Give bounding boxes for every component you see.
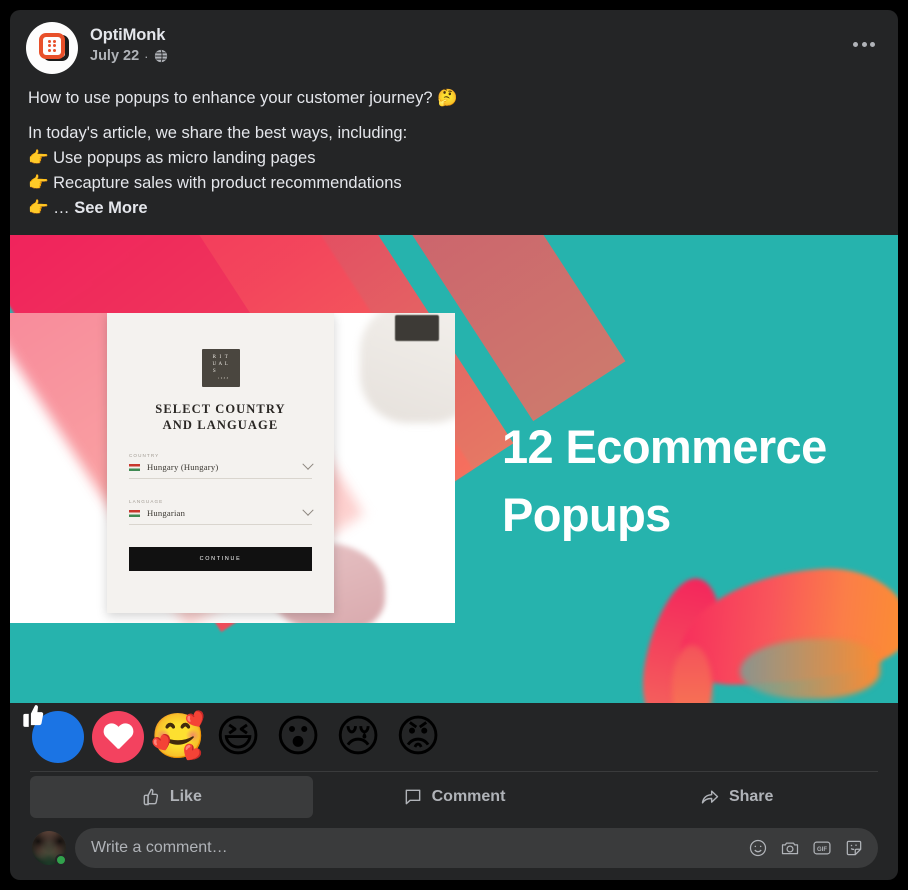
optimonk-logo[interactable] <box>26 22 78 74</box>
popup-title-line-1: SELECT COUNTRY <box>155 402 286 416</box>
banner-headline: 12 Ecommerce Popups <box>502 413 827 549</box>
thumbs-up-icon <box>141 787 161 807</box>
headline-line-2: Popups <box>502 488 671 541</box>
continue-button[interactable]: CONTINUE <box>129 547 312 571</box>
reaction-picker[interactable]: 🥰 😆 😮 😢 😡 <box>23 705 462 763</box>
rituals-letter-2: T <box>224 354 229 360</box>
post-line-1: How to use popups to enhance your custom… <box>28 89 458 107</box>
post-bullet-3: 👉 … See More <box>28 196 880 221</box>
rituals-letter-6: S <box>212 368 217 374</box>
banner-abstract-blob <box>620 565 898 703</box>
like-button[interactable]: Like <box>30 776 313 818</box>
rituals-letter-0: R <box>212 354 217 360</box>
reaction-haha[interactable]: 😆 <box>212 711 264 763</box>
reaction-angry[interactable]: 😡 <box>392 711 444 763</box>
headline-line-1: 12 Ecommerce <box>502 420 827 473</box>
composer-icon-group: GIF <box>748 838 864 858</box>
share-button[interactable]: Share <box>595 776 878 818</box>
post-author-meta: OptiMonk July 22 · <box>90 22 846 64</box>
comment-button-label: Comment <box>431 788 506 805</box>
rituals-letter-5: L <box>224 361 229 367</box>
like-button-label: Like <box>169 788 202 805</box>
online-status-dot <box>55 854 67 866</box>
haha-emoji-icon: 😆 <box>215 711 261 762</box>
more-options-icon[interactable] <box>846 26 882 62</box>
reaction-sad[interactable]: 😢 <box>332 711 384 763</box>
reaction-like[interactable] <box>23 705 84 763</box>
post-timestamp[interactable]: July 22 <box>90 48 139 64</box>
rituals-letter-4: A <box>218 361 223 367</box>
user-avatar[interactable] <box>32 831 67 866</box>
camera-icon[interactable] <box>780 838 800 858</box>
language-select[interactable]: Hungarian <box>129 504 314 525</box>
sad-emoji-icon: 😢 <box>335 711 381 762</box>
hungary-flag-icon <box>129 463 140 471</box>
gif-icon[interactable]: GIF <box>812 838 832 858</box>
post-image[interactable]: R I T U A L S 1 9 8 8 SELECT COUNTRY AND… <box>10 235 898 703</box>
share-arrow-icon <box>700 787 720 807</box>
truncation-ellipsis: … <box>53 199 75 217</box>
share-button-label: Share <box>728 788 774 805</box>
comment-composer: Write a comment… GIF <box>10 818 898 868</box>
post-header: OptiMonk July 22 · <box>10 10 898 86</box>
comment-button[interactable]: Comment <box>313 776 596 818</box>
rituals-letter-1: I <box>219 354 222 360</box>
globe-icon <box>154 49 168 63</box>
blob-shadow <box>740 639 880 699</box>
post-action-bar: Like Comment Share <box>30 771 878 818</box>
sticker-icon[interactable] <box>844 838 864 858</box>
facebook-post-card: OptiMonk July 22 · How to use popups to … <box>10 10 898 880</box>
bullet-3-prefix: 👉 <box>28 199 54 217</box>
post-body: How to use popups to enhance your custom… <box>10 86 898 235</box>
hungary-flag-icon <box>129 509 140 517</box>
rituals-brand-sub: 1 9 8 8 <box>217 376 229 380</box>
see-more-link[interactable]: See More <box>74 199 147 217</box>
popup-title-line-2: AND LANGUAGE <box>162 418 279 432</box>
popup-title: SELECT COUNTRY AND LANGUAGE <box>129 401 312 433</box>
rituals-letter-grid: R I T U A L S 1 9 8 8 <box>212 355 228 382</box>
language-value: Hungarian <box>147 508 186 518</box>
country-value: Hungary (Hungary) <box>147 462 219 472</box>
post-time-row: July 22 · <box>90 48 846 64</box>
rituals-popup-preview: R I T U A L S 1 9 8 8 SELECT COUNTRY AND… <box>107 313 334 613</box>
post-bullet-1: 👉 Use popups as micro landing pages <box>28 149 316 167</box>
reaction-love[interactable] <box>92 711 144 763</box>
post-bullet-2: 👉 Recapture sales with product recommend… <box>28 174 402 192</box>
country-select[interactable]: Hungary (Hungary) <box>129 458 314 479</box>
reaction-care[interactable]: 🥰 <box>150 711 206 763</box>
screenshot-photo: R I T U A L S 1 9 8 8 SELECT COUNTRY AND… <box>10 313 455 623</box>
angry-emoji-icon: 😡 <box>395 711 441 762</box>
post-line-2: In today's article, we share the best wa… <box>28 124 408 142</box>
photo-dark-tag <box>395 315 439 341</box>
reaction-wow[interactable]: 😮 <box>272 711 324 763</box>
rituals-brand-logo: R I T U A L S 1 9 8 8 <box>201 349 240 387</box>
wow-emoji-icon: 😮 <box>275 711 321 762</box>
care-emoji-icon: 🥰 <box>150 711 206 762</box>
comment-bubble-icon <box>403 787 423 807</box>
comment-input[interactable]: Write a comment… GIF <box>75 828 878 868</box>
logo-mark <box>39 33 65 59</box>
chevron-down-icon <box>302 504 314 516</box>
page-name[interactable]: OptiMonk <box>90 25 846 45</box>
emoji-icon[interactable] <box>748 838 768 858</box>
svg-text:GIF: GIF <box>817 847 827 853</box>
rituals-letter-3: U <box>212 361 217 367</box>
chevron-down-icon <box>302 458 314 470</box>
thumbs-up-icon <box>19 696 45 727</box>
comment-placeholder: Write a comment… <box>91 839 228 856</box>
heart-icon <box>103 724 133 751</box>
meta-separator: · <box>144 48 149 64</box>
